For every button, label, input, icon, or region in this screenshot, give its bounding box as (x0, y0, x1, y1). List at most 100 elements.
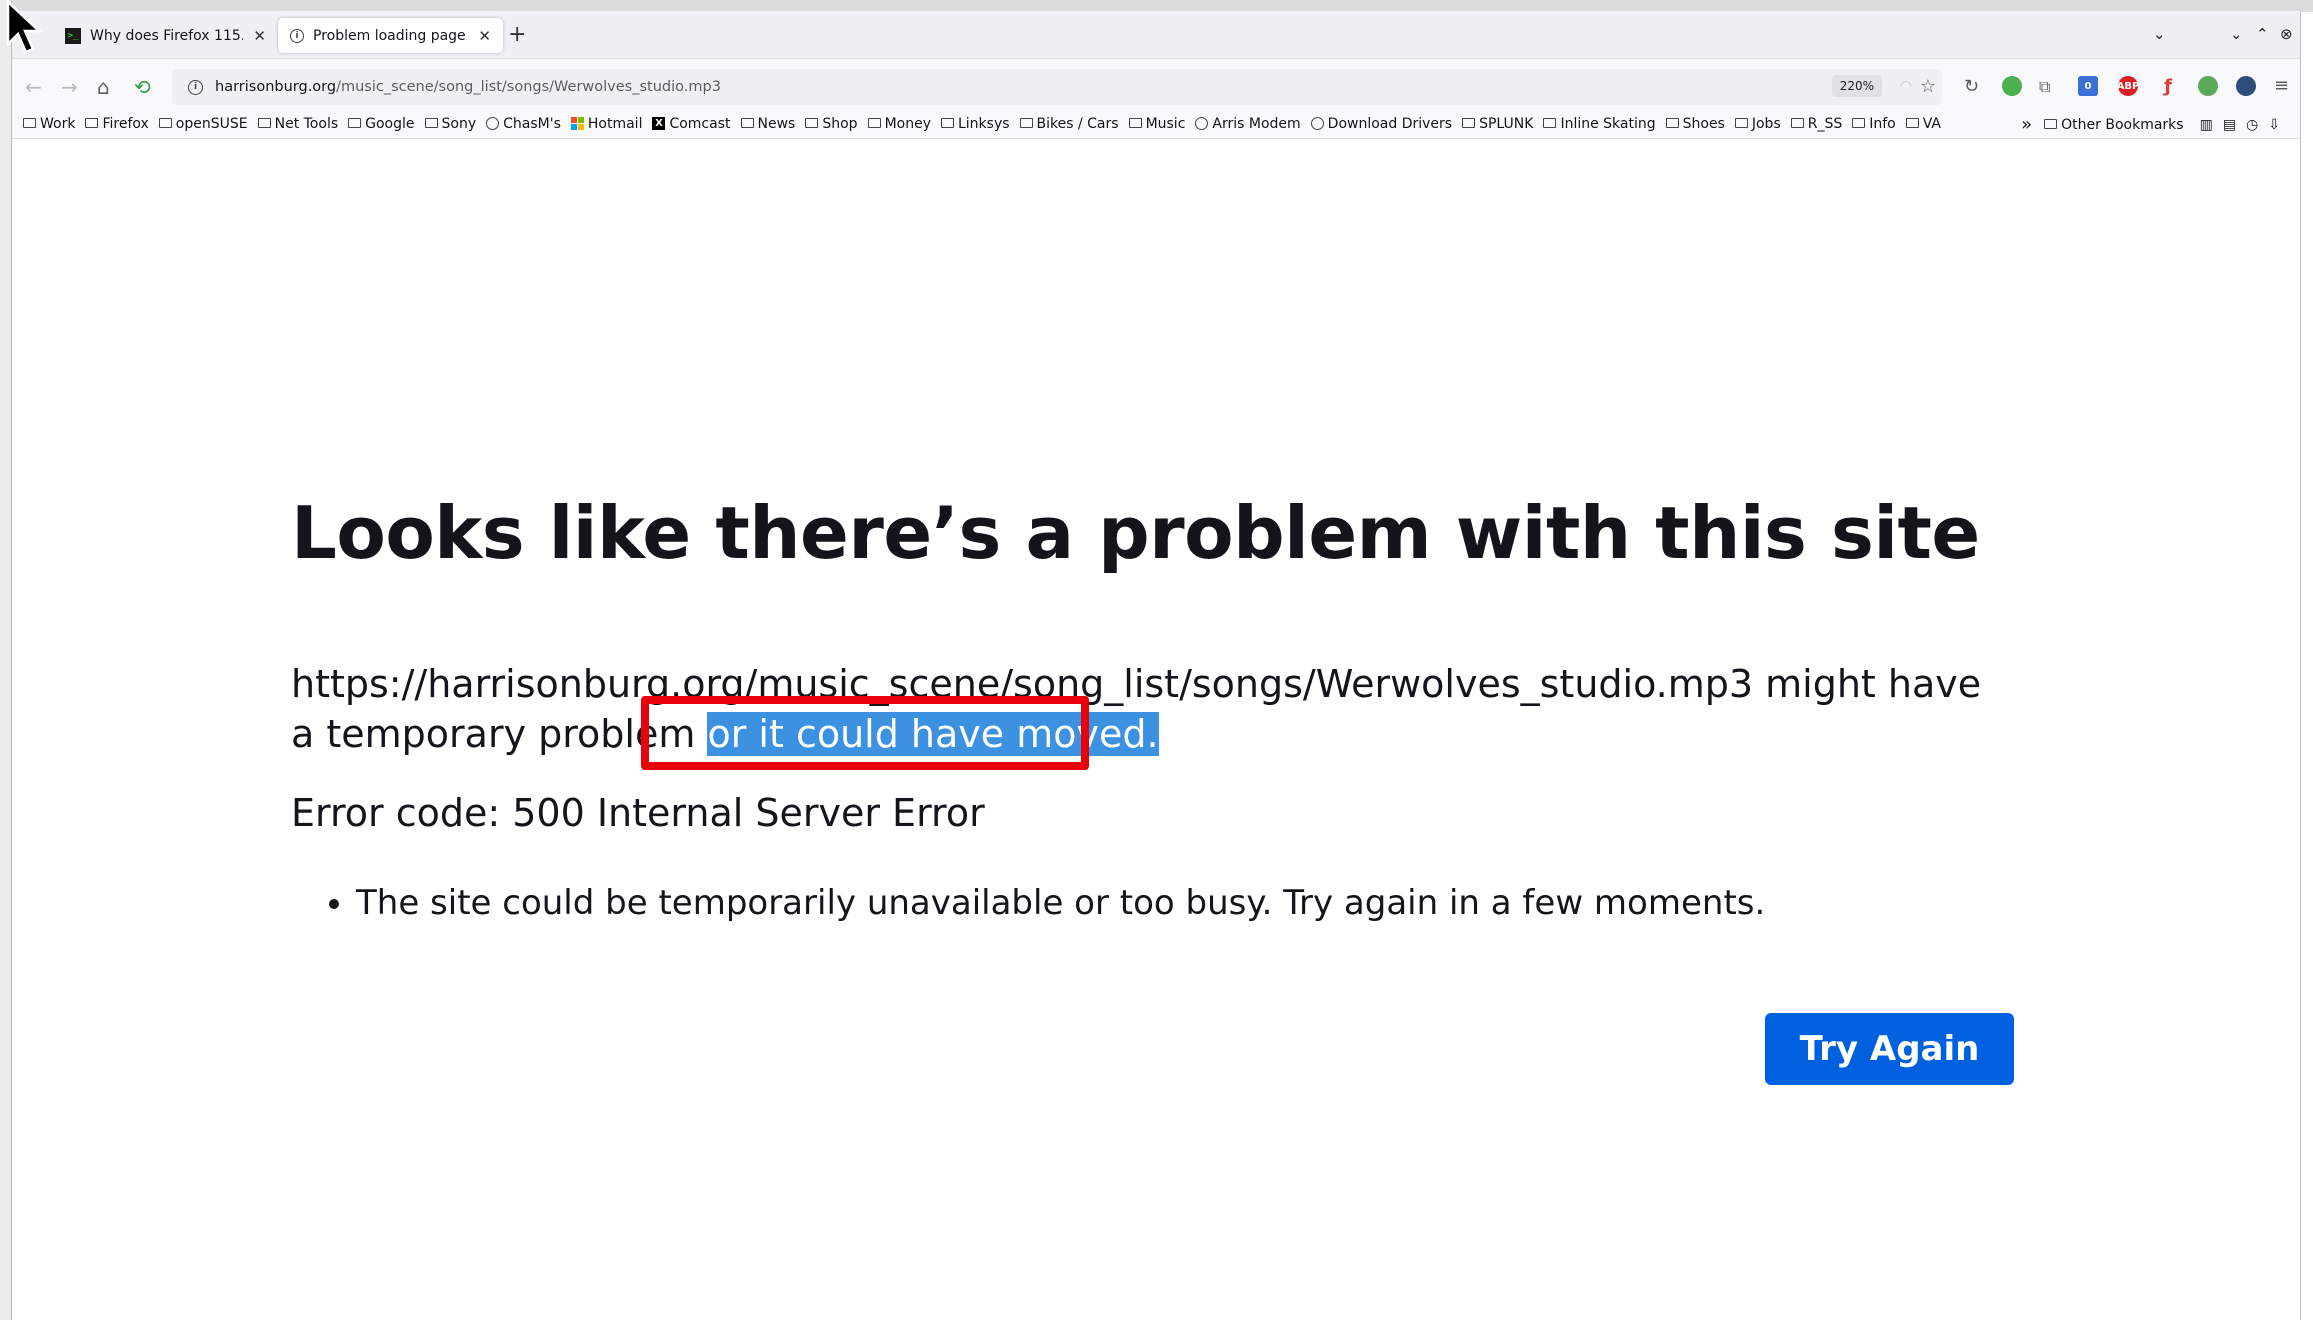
bookmark-label: openSUSE (175, 115, 248, 132)
bookmark-item[interactable]: VA (1905, 115, 1942, 132)
x-icon: X (652, 117, 666, 130)
bookmark-item[interactable]: R_SS (1790, 115, 1843, 132)
bookmark-label: Download Drivers (1327, 115, 1453, 132)
folder-icon (158, 117, 172, 128)
list-all-tabs-icon[interactable]: ⌄ (2153, 25, 2166, 43)
reload-icon[interactable]: ↻ (1964, 76, 1979, 97)
folder-icon (348, 117, 362, 128)
menu-icon[interactable]: ≡ (2274, 75, 2289, 96)
bookmark-item[interactable]: Info (1852, 116, 1896, 132)
bookmark-item[interactable]: ChasM's (486, 116, 561, 132)
folder-icon (867, 117, 881, 128)
close-icon[interactable]: ✕ (478, 27, 491, 45)
folder-icon (424, 117, 438, 128)
bookmark-label: Bikes / Cars (1036, 115, 1119, 132)
bookmark-item[interactable]: Linksys (940, 115, 1010, 132)
bookmark-item[interactable]: Money (867, 116, 931, 132)
bookmark-star-icon[interactable]: ☆ (1920, 76, 1936, 97)
bookmarks-toolbar: Work Firefox openSUSE Net Tools Google Sony Ch… (12, 109, 2300, 139)
tab-strip: >_ Why does Firefox 115.25.0 ✕ i Problem… (12, 11, 2300, 59)
error-heading: Looks like there’s a problem with this s… (291, 491, 1980, 575)
site-info-icon[interactable]: i (188, 79, 203, 95)
bookmark-label: Net Tools (274, 115, 339, 132)
extension-green-icon[interactable] (2002, 76, 2022, 96)
bookmark-item[interactable]: Shoes (1665, 116, 1725, 132)
selected-text: or it could have moved. (707, 712, 1159, 756)
bookmark-item[interactable]: Shop (805, 115, 858, 132)
bookmark-item[interactable]: X Comcast (652, 116, 731, 132)
folder-icon (1543, 117, 1557, 128)
reload-extension-icon[interactable]: ⟲ (134, 75, 151, 99)
library-icon[interactable]: ▤ (2223, 117, 2236, 133)
bookmarks-right: » Other Bookmarks ▥ ▤ ◷ ⇩ (2021, 114, 2280, 135)
folder-icon (1665, 117, 1679, 128)
bookmark-item[interactable]: Net Tools (257, 115, 339, 132)
reader-view-icon[interactable]: ◠ (1900, 78, 1912, 94)
bookmark-label: Arris Modem (1212, 115, 1301, 132)
account-icon[interactable] (2236, 76, 2256, 96)
folder-icon (2044, 118, 2058, 129)
folder-icon (1852, 117, 1866, 128)
extension-circle-icon[interactable] (2198, 76, 2218, 96)
downloads-icon[interactable]: ⇩ (2268, 117, 2280, 133)
adblock-icon[interactable]: ABP (2117, 76, 2139, 96)
folder-icon (1734, 117, 1748, 128)
bookmark-label: Shop (822, 115, 858, 132)
forward-icon[interactable]: → (61, 75, 78, 99)
extensions-puzzle-icon[interactable]: ⧉ (2039, 77, 2050, 97)
other-bookmarks-label: Other Bookmarks (2061, 116, 2184, 133)
window-close-icon[interactable]: ⊗ (2280, 25, 2293, 43)
bookmark-label: Sony (441, 115, 477, 132)
bookmark-label: Jobs (1751, 115, 1781, 132)
bookmark-item[interactable]: Work (23, 116, 75, 132)
bookmark-item[interactable]: Download Drivers (1310, 115, 1453, 132)
folder-icon (1905, 117, 1919, 128)
bookmark-item[interactable]: News (740, 116, 795, 132)
history-icon[interactable]: ◷ (2246, 117, 2258, 133)
close-icon[interactable]: ✕ (253, 27, 266, 45)
bookmark-item[interactable]: Sony (424, 115, 477, 132)
bookmark-item[interactable]: SPLUNK (1462, 116, 1533, 132)
folder-icon (1790, 117, 1804, 128)
bookmark-item[interactable]: openSUSE (158, 115, 248, 132)
bookmark-label: Info (1869, 115, 1896, 132)
globe-icon (1310, 117, 1324, 130)
bookmark-label: VA (1922, 115, 1942, 132)
folder-icon (805, 117, 819, 128)
bookmark-item[interactable]: Arris Modem (1195, 115, 1301, 132)
tab-title: Why does Firefox 115.25.0 (90, 27, 244, 44)
zoom-level[interactable]: 220% (1831, 75, 1882, 97)
home-icon[interactable]: ⌂ (97, 75, 110, 99)
bookmark-item[interactable]: Jobs (1734, 115, 1781, 132)
folder-icon (1462, 117, 1476, 128)
minimize-icon[interactable]: ⌄ (2230, 25, 2243, 43)
bookmark-item[interactable]: Bikes / Cars (1019, 115, 1119, 132)
folder-icon (257, 117, 271, 128)
try-again-button[interactable]: Try Again (1765, 1013, 2014, 1085)
extension-badge-icon[interactable]: 0 (2078, 76, 2098, 96)
url-path: /music_scene/song_list/songs/Werwolves_s… (336, 79, 721, 95)
sidebar-icon[interactable]: ▥ (2200, 117, 2213, 133)
folder-icon (940, 117, 954, 128)
tab-firefox-question[interactable]: >_ Why does Firefox 115.25.0 ✕ (53, 18, 278, 53)
folder-icon (1128, 117, 1142, 128)
flash-extension-icon[interactable]: ƒ (2158, 76, 2178, 97)
bookmark-label: R_SS (1807, 115, 1843, 132)
back-icon[interactable]: ← (25, 75, 42, 99)
bookmark-item[interactable]: Music (1128, 116, 1185, 132)
bookmark-item[interactable]: Firefox (85, 116, 149, 132)
tab-problem-loading[interactable]: i Problem loading page ✕ (278, 18, 503, 53)
bookmark-item[interactable]: Google (348, 116, 415, 132)
bookmarks-overflow-icon[interactable]: » (2021, 114, 2032, 135)
folder-icon (1019, 117, 1033, 128)
bookmark-label: Linksys (957, 115, 1010, 132)
url-bar[interactable]: i harrisonburg.org/music_scene/song_list… (172, 69, 1942, 105)
tab-title: Problem loading page (313, 27, 466, 44)
new-tab-button[interactable]: + (508, 24, 526, 46)
folder-icon (23, 117, 36, 128)
maximize-icon[interactable]: ⌃ (2256, 25, 2269, 43)
mouse-cursor-icon (6, 0, 43, 54)
other-bookmarks[interactable]: Other Bookmarks (2044, 116, 2184, 133)
bookmark-item[interactable]: Inline Skating (1543, 116, 1656, 132)
bookmark-item[interactable]: Hotmail (570, 116, 642, 132)
